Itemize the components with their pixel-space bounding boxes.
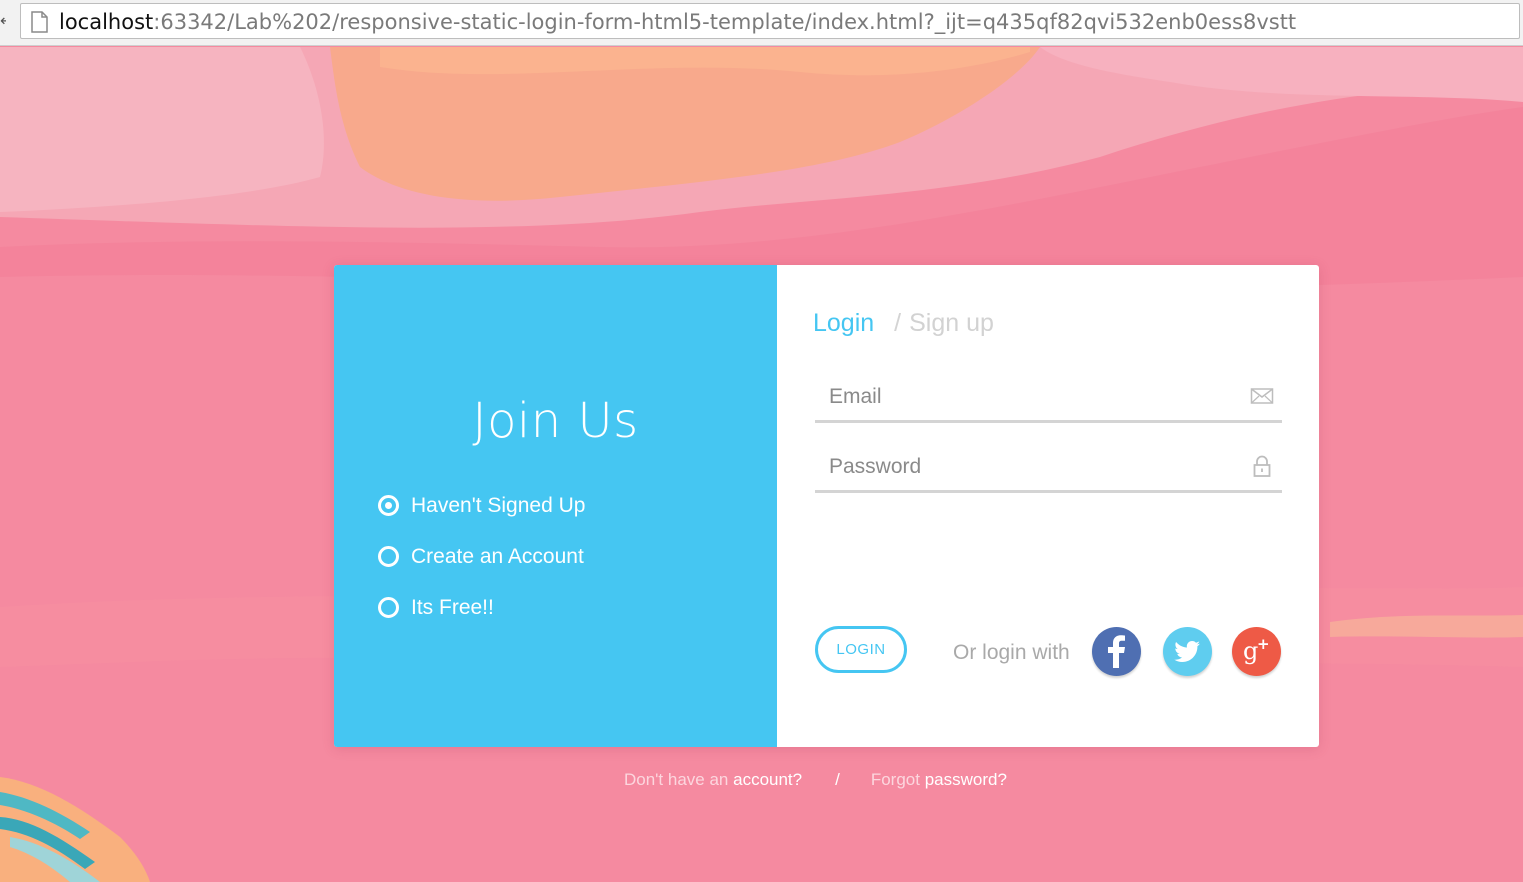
login-card: Join Us Haven't Signed Up Create an Acco…	[334, 265, 1319, 747]
facebook-button[interactable]	[1092, 627, 1141, 676]
radio-unchecked-icon	[378, 546, 399, 567]
url-path: :63342/Lab%202/responsive-static-login-f…	[153, 10, 1297, 34]
feature-label: Its Free!!	[411, 596, 494, 619]
join-title: Join Us	[472, 393, 639, 449]
lock-icon	[1253, 455, 1271, 477]
browser-address-bar: ← localhost:63342/Lab%202/responsive-sta…	[0, 0, 1523, 46]
footer-links: Don't have an account? / Forgot password?	[624, 770, 1007, 790]
back-arrow-icon[interactable]: ←	[0, 12, 6, 30]
envelope-icon	[1250, 388, 1274, 404]
twitter-button[interactable]	[1163, 627, 1212, 676]
or-login-with-label: Or login with	[953, 641, 1070, 664]
feature-label: Create an Account	[411, 545, 584, 568]
footer-separator: /	[835, 770, 840, 789]
email-field	[815, 373, 1282, 423]
google-plus-icon: g +	[1243, 635, 1270, 665]
url-host: localhost	[59, 10, 154, 34]
tab-signup[interactable]: Sign up	[909, 309, 994, 337]
facebook-icon	[1108, 635, 1125, 668]
radio-checked-icon	[378, 495, 399, 516]
tab-separator: /	[894, 309, 902, 337]
tab-login[interactable]: Login	[813, 309, 874, 337]
feature-label: Haven't Signed Up	[411, 494, 586, 517]
email-input[interactable]	[815, 381, 1235, 413]
login-button[interactable]: LOGIN	[815, 626, 907, 673]
no-account-prefix: Don't have an	[624, 770, 729, 789]
forgot-prefix: Forgot	[870, 770, 920, 789]
join-panel: Join Us Haven't Signed Up Create an Acco…	[334, 265, 777, 747]
google-plus-button[interactable]: g +	[1232, 627, 1281, 676]
form-tabs: Login / Sign up	[813, 309, 994, 338]
page-icon	[31, 11, 48, 33]
radio-unchecked-icon	[378, 597, 399, 618]
url-text[interactable]: localhost:63342/Lab%202/responsive-stati…	[59, 8, 1296, 36]
password-input[interactable]	[815, 451, 1235, 483]
svg-text:+: +	[1257, 635, 1270, 653]
url-field[interactable]: localhost:63342/Lab%202/responsive-stati…	[20, 3, 1520, 39]
password-field	[815, 443, 1282, 493]
forgot-password-link[interactable]: password?	[925, 770, 1007, 789]
twitter-icon	[1174, 641, 1200, 662]
create-account-link[interactable]: account?	[733, 770, 802, 789]
